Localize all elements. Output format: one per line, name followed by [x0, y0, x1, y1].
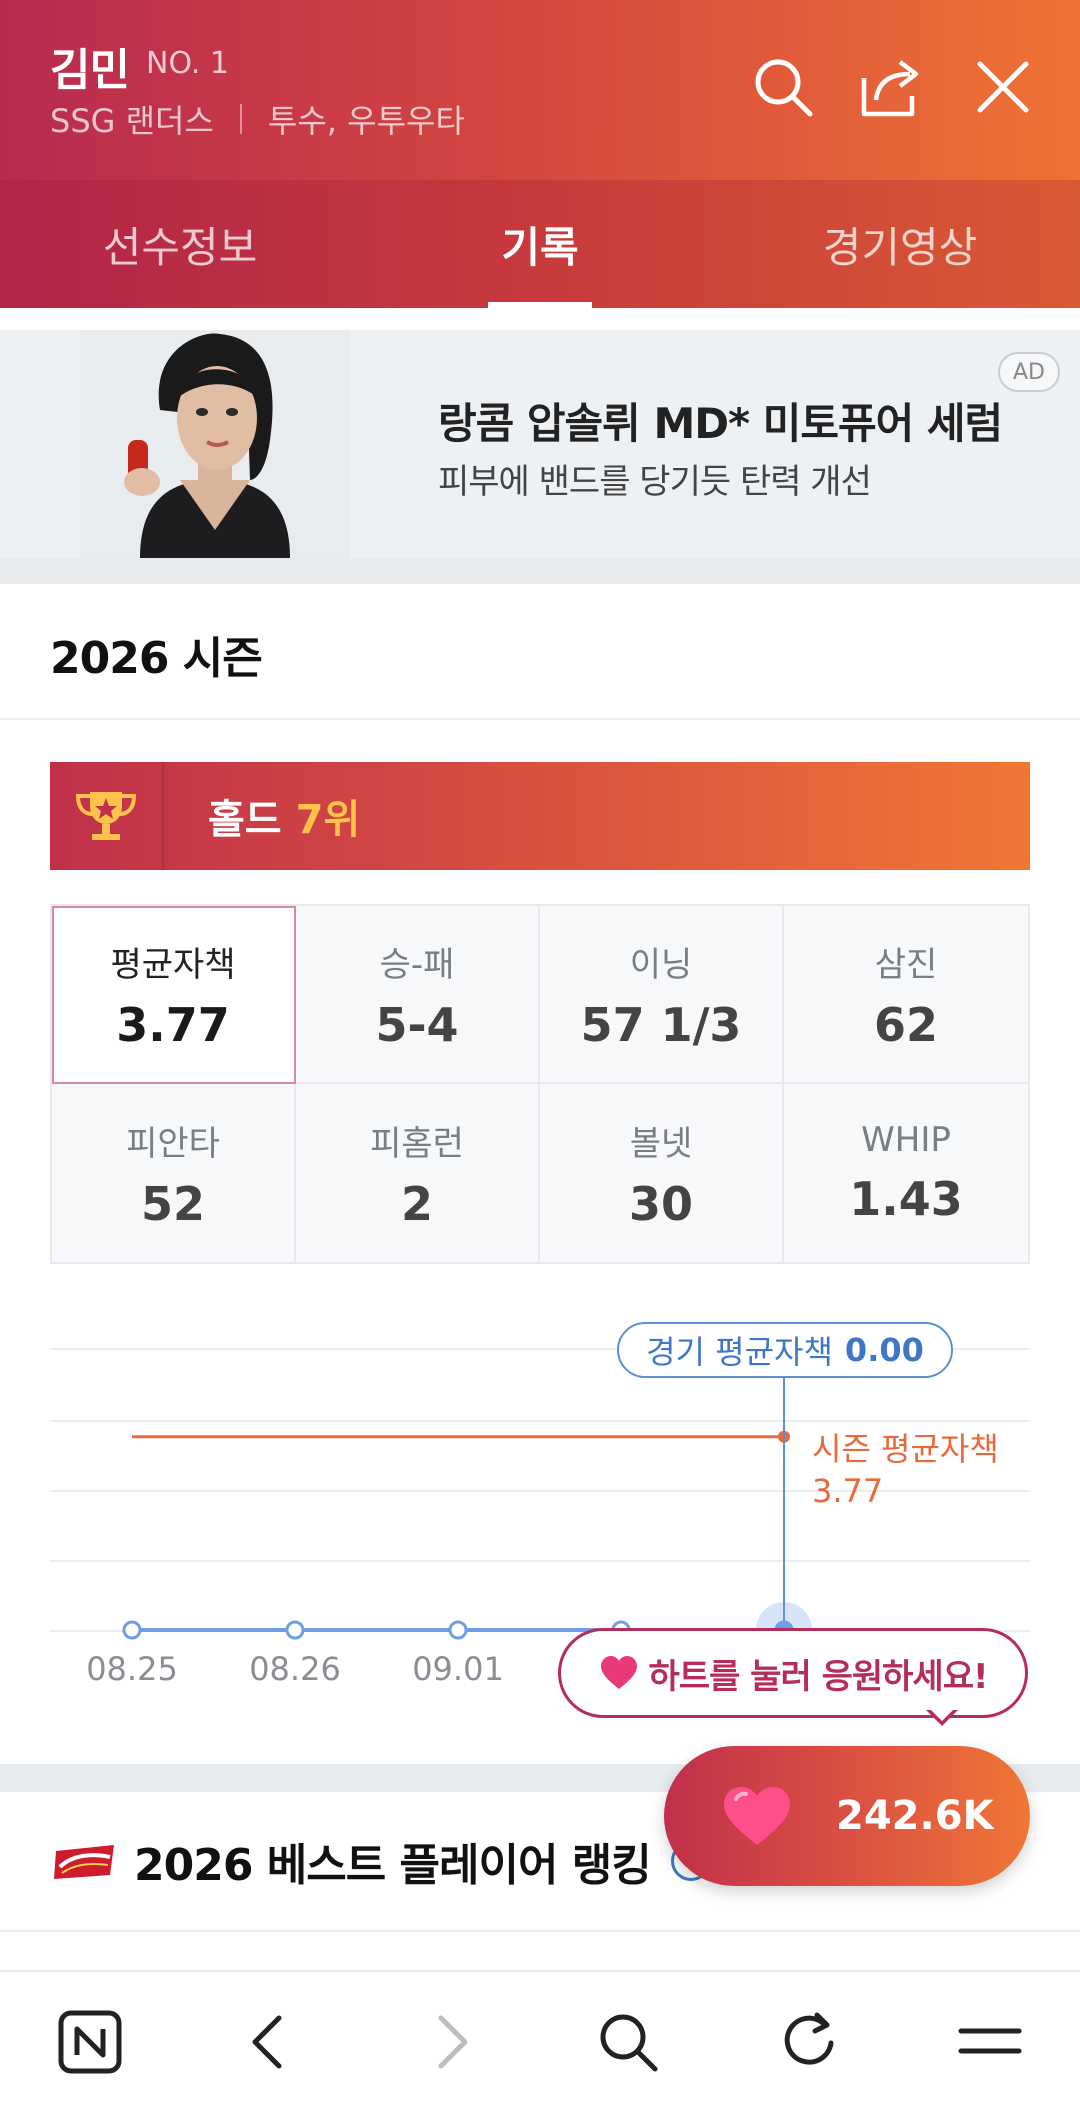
player-team-line: SSG 랜더스 투수, 우투우타: [50, 96, 465, 142]
tab-game-videos[interactable]: 경기영상: [720, 180, 1080, 308]
trophy-icon: [75, 792, 137, 840]
search-icon[interactable]: [748, 52, 818, 122]
stat-strikeouts[interactable]: 삼진 62: [784, 906, 1028, 1084]
rank-category: 홀드: [208, 797, 282, 843]
stat-innings[interactable]: 이닝 57 1/3: [540, 906, 784, 1084]
stat-value: 3.77: [116, 997, 230, 1052]
tab-bar: 선수정보 기록 경기영상: [0, 180, 1080, 308]
stat-label: 피안타: [126, 1123, 220, 1164]
search-icon[interactable]: [588, 2002, 668, 2082]
heart-count: 242.6K: [836, 1793, 994, 1839]
tab-records[interactable]: 기록: [360, 180, 720, 308]
ad-banner[interactable]: 랑콤 압솔뤼 MD* 미토퓨어 세럼 피부에 밴드를 당기듯 탄력 개선 AD: [0, 330, 1080, 558]
forward-icon[interactable]: [412, 2002, 492, 2082]
game-era-point[interactable]: [448, 1620, 468, 1640]
stat-label: 평균자책: [110, 944, 236, 985]
x-tick-label: 08.26: [249, 1650, 341, 1688]
game-era-point[interactable]: [285, 1620, 305, 1640]
rank-banner: 홀드 7위: [50, 762, 1030, 870]
cheer-tooltip: 하트를 눌러 응원하세요!: [558, 1628, 1028, 1718]
stat-label: 피홈런: [370, 1123, 464, 1164]
back-icon[interactable]: [228, 2002, 308, 2082]
stat-value: 62: [873, 997, 938, 1052]
landers-logo-icon: [54, 1845, 114, 1879]
share-icon[interactable]: [856, 52, 926, 122]
section-separator: [0, 558, 1080, 584]
stat-walks[interactable]: 볼넷 30: [540, 1084, 784, 1262]
divider: [0, 718, 1080, 720]
tooltip-value: 0.00: [844, 1331, 924, 1369]
player-position: 투수, 우투우타: [267, 102, 465, 140]
stat-whip[interactable]: WHIP 1.43: [784, 1084, 1028, 1262]
game-era-point[interactable]: [122, 1620, 142, 1640]
stat-label: 삼진: [874, 944, 938, 985]
stat-value: 57 1/3: [580, 997, 742, 1052]
team-name: SSG 랜더스: [50, 102, 214, 140]
stat-hits-allowed[interactable]: 피안타 52: [52, 1084, 296, 1262]
stat-value: 52: [140, 1176, 205, 1231]
ad-badge: AD: [998, 352, 1060, 392]
ranking-title: 2026 베스트 플레이어 랭킹: [134, 1840, 652, 1891]
rank-text: 홀드 7위: [208, 787, 360, 845]
season-era-label-text: 시즌 평균자책: [812, 1430, 999, 1468]
stat-label: WHIP: [861, 1120, 951, 1160]
stat-value: 5-4: [375, 997, 459, 1052]
divider: [239, 104, 242, 134]
ad-model-image: [80, 330, 350, 558]
cheer-heart-button[interactable]: 242.6K: [664, 1746, 1030, 1886]
rank-value: 7위: [295, 797, 361, 843]
menu-icon[interactable]: [950, 2002, 1030, 2082]
stat-win-loss[interactable]: 승-패 5-4: [296, 906, 540, 1084]
stat-label: 볼넷: [629, 1123, 693, 1164]
ad-subtitle: 피부에 밴드를 당기듯 탄력 개선: [438, 462, 872, 502]
season-era-label: 시즌 평균자책 3.77: [812, 1428, 999, 1512]
heart-icon: [600, 1656, 637, 1689]
tab-player-info[interactable]: 선수정보: [0, 180, 360, 308]
cheer-tooltip-text: 하트를 눌러 응원하세요!: [648, 1656, 989, 1697]
x-tick-label: 09.01: [412, 1650, 504, 1688]
player-number: NO. 1: [146, 46, 229, 81]
season-title: 2026 시즌: [50, 633, 263, 684]
close-icon[interactable]: [968, 52, 1038, 122]
browser-bottom-bar: [0, 1970, 1080, 2109]
season-era-label-value: 3.77: [812, 1472, 884, 1510]
player-header: 김민 NO. 1 SSG 랜더스 투수, 우투우타 선수정보 기록 경기영상: [0, 0, 1080, 308]
ad-title: 랑콤 압솔뤼 MD* 미토퓨어 세럼: [438, 399, 1003, 448]
divider: [0, 1930, 1080, 1932]
stat-value: 30: [628, 1176, 693, 1231]
player-name: 김민: [50, 45, 130, 96]
stat-era[interactable]: 평균자책 3.77: [52, 906, 296, 1084]
tooltip-tail-inner: [930, 1709, 954, 1721]
stat-label: 승-패: [379, 944, 455, 985]
trophy-icon-box: [50, 762, 164, 870]
game-era-tooltip: 경기 평균자책 0.00: [617, 1322, 953, 1378]
naver-home-icon[interactable]: [50, 2002, 130, 2082]
stat-home-runs-allowed[interactable]: 피홈런 2: [296, 1084, 540, 1262]
heart-icon: [724, 1787, 790, 1845]
stat-value: 2: [400, 1176, 433, 1231]
stat-value: 1.43: [849, 1172, 963, 1226]
stat-label: 이닝: [629, 944, 693, 985]
season-stats-grid: 평균자책 3.77 승-패 5-4 이닝 57 1/3 삼진 62 피안타 52…: [50, 904, 1030, 1264]
refresh-icon[interactable]: [770, 2002, 850, 2082]
x-tick-label: 08.25: [86, 1650, 178, 1688]
tooltip-label: 경기 평균자책: [646, 1333, 833, 1371]
